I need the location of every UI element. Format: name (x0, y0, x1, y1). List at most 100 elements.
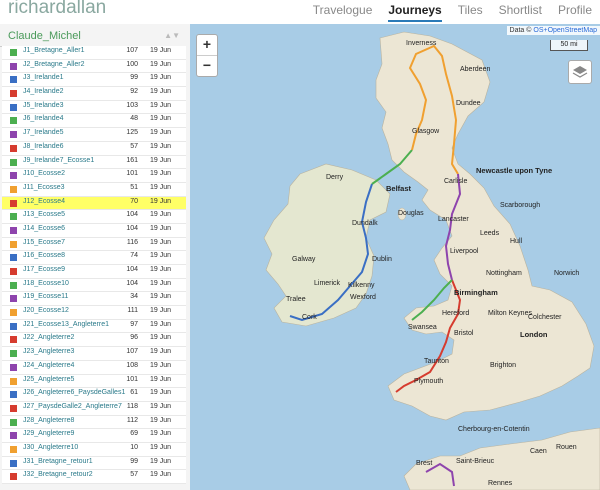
journey-name[interactable]: J16_Ecosse8 (23, 252, 65, 259)
place-label: Milton Keynes (488, 310, 532, 317)
nav-travelogue[interactable]: Travelogue (313, 3, 373, 22)
place-label: Liverpool (450, 248, 479, 255)
journey-row[interactable]: J16_Ecosse8 74 19 Jun (2, 251, 186, 265)
nav-shortlist[interactable]: Shortlist (499, 3, 542, 22)
journey-name[interactable]: J23_Angleterre3 (23, 348, 74, 355)
journey-name[interactable]: J1_Bretagne_Aller1 (23, 47, 85, 54)
journey-name[interactable]: J12_Ecosse4 (23, 198, 65, 205)
journey-date: 19 Jun (150, 416, 172, 424)
journey-row[interactable]: J4_Irelande2 92 19 Jun (2, 87, 186, 101)
journey-color-swatch (10, 49, 17, 56)
journey-name[interactable]: J14_Ecosse6 (23, 225, 65, 232)
journey-name[interactable]: J29_Angleterre9 (23, 430, 74, 437)
journey-row[interactable]: J2_Bretagne_Aller2 100 19 Jun (2, 59, 186, 74)
attribution-link[interactable]: OS+OpenStreetMap (533, 27, 597, 34)
journey-row[interactable]: J1_Bretagne_Aller1 107 19 Jun (2, 46, 186, 60)
journey-row[interactable]: J3_Irelande1 99 19 Jun (2, 73, 186, 88)
journey-row[interactable]: J8_Irelande6 57 19 Jun (2, 141, 186, 156)
place-label: Galway (292, 256, 316, 263)
journey-row[interactable]: J9_Irelande7_Ecosse1 161 19 Jun (2, 155, 186, 170)
nav-profile[interactable]: Profile (558, 3, 592, 22)
journey-name[interactable]: J32_Bretagne_retour2 (23, 471, 93, 478)
nav-tiles[interactable]: Tiles (458, 3, 483, 22)
journey-row[interactable]: J12_Ecosse4 70 19 Jun (2, 196, 186, 211)
journey-name[interactable]: J6_Irelande4 (23, 115, 63, 122)
journey-date: 19 Jun (150, 307, 172, 315)
journey-name[interactable]: J25_Angleterre5 (23, 376, 74, 383)
journey-row[interactable]: J26_Angleterre6_PaysdeGalles1 61 19 Jun (2, 388, 186, 402)
zoom-out-button[interactable]: − (197, 56, 217, 76)
journey-name[interactable]: J21_Ecosse13_Angleterre1 (23, 321, 109, 328)
place-label: Dundee (456, 100, 481, 107)
journey-name[interactable]: J8_Irelande6 (23, 143, 63, 150)
journey-name[interactable]: J28_Angleterre8 (23, 417, 74, 424)
journey-name[interactable]: J2_Bretagne_Aller2 (23, 61, 85, 68)
journey-row[interactable]: J28_Angleterre8 112 19 Jun (2, 415, 186, 430)
journey-name[interactable]: J19_Ecosse11 (23, 293, 68, 300)
journey-name[interactable]: J22_Angleterre2 (23, 334, 74, 341)
journey-name[interactable]: J13_Ecosse5 (23, 211, 65, 218)
journey-name[interactable]: J20_Ecosse12 (23, 307, 69, 314)
journey-color-swatch (10, 199, 17, 207)
journey-distance: 111 (127, 307, 138, 315)
journey-row[interactable]: J7_Irelande5 125 19 Jun (2, 128, 186, 142)
journey-row[interactable]: J14_Ecosse6 104 19 Jun (2, 223, 186, 238)
journey-name[interactable]: J30_Angleterre10 (23, 444, 78, 451)
journey-row[interactable]: J21_Ecosse13_Angleterre1 97 19 Jun (2, 319, 186, 334)
sort-icon[interactable]: ▲▼ (164, 31, 180, 40)
journey-name[interactable]: J7_Irelande5 (23, 129, 63, 136)
journey-name[interactable]: J31_Bretagne_retour1 (23, 458, 93, 465)
journey-date: 19 Jun (150, 74, 172, 82)
nav-journeys[interactable]: Journeys (388, 3, 442, 22)
journey-row[interactable]: J29_Angleterre9 69 19 Jun (2, 429, 186, 443)
journey-row[interactable]: J27_PaysdeGalle2_Angleterre7 118 19 Jun (2, 401, 186, 416)
journey-name[interactable]: J15_Ecosse7 (23, 239, 65, 246)
journey-row[interactable]: J25_Angleterre5 101 19 Jun (2, 374, 186, 389)
journey-row[interactable]: J32_Bretagne_retour2 57 19 Jun (2, 470, 186, 484)
place-label: Brest (416, 460, 433, 467)
journey-row[interactable]: J15_Ecosse7 116 19 Jun (2, 237, 186, 252)
journey-date: 19 Jun (150, 183, 172, 191)
journey-row[interactable]: J20_Ecosse12 111 19 Jun (2, 306, 186, 320)
journey-row[interactable]: J10_Ecosse2 101 19 Jun (2, 169, 186, 183)
journey-row[interactable]: J19_Ecosse11 34 19 Jun (2, 292, 186, 307)
journey-name[interactable]: J26_Angleterre6_PaysdeGalles1 (23, 389, 125, 396)
journey-name[interactable]: J18_Ecosse10 (23, 280, 69, 287)
journey-name[interactable]: J27_PaysdeGalle2_Angleterre7 (23, 403, 122, 410)
zoom-in-button[interactable]: + (197, 35, 217, 56)
journey-date: 19 Jun (150, 293, 172, 301)
place-label: Hereford (442, 310, 470, 317)
journey-row[interactable]: J5_Irelande3 103 19 Jun (2, 100, 186, 115)
journey-name[interactable]: J9_Irelande7_Ecosse1 (23, 157, 94, 164)
journey-row[interactable]: J13_Ecosse5 104 19 Jun (2, 210, 186, 224)
journey-name[interactable]: J4_Irelande2 (23, 88, 63, 95)
brand-logo[interactable]: richardallan (8, 0, 106, 19)
place-label: Lancaster (438, 216, 469, 223)
journey-name[interactable]: J5_Irelande3 (23, 102, 63, 109)
journey-name[interactable]: J10_Ecosse2 (23, 170, 65, 177)
journey-row[interactable]: J22_Angleterre2 96 19 Jun (2, 333, 186, 348)
journey-distance: 112 (126, 416, 138, 424)
journey-distance: 92 (130, 88, 138, 96)
journey-row[interactable]: J31_Bretagne_retour1 99 19 Jun (2, 456, 186, 471)
journey-distance: 107 (126, 348, 138, 356)
layers-icon[interactable] (568, 60, 592, 84)
journey-row[interactable]: J18_Ecosse10 104 19 Jun (2, 278, 186, 293)
journey-row[interactable]: J24_Angleterre4 108 19 Jun (2, 360, 186, 375)
journey-name[interactable]: J3_Irelande1 (23, 74, 63, 81)
journey-row[interactable]: J23_Angleterre3 107 19 Jun (2, 347, 186, 361)
journey-name[interactable]: J17_Ecosse9 (23, 266, 65, 273)
place-label: Tralee (286, 296, 306, 303)
map-view[interactable]: + − Data © OS+OpenStreetMap 50 mi Invern… (190, 24, 600, 490)
journey-name[interactable]: J24_Angleterre4 (23, 362, 74, 369)
journey-row[interactable]: J17_Ecosse9 104 19 Jun (2, 265, 186, 279)
sidebar-title[interactable]: Claude_Michel (8, 30, 81, 42)
journey-date: 19 Jun (150, 142, 172, 150)
journey-row[interactable]: J11_Ecosse3 51 19 Jun (2, 182, 186, 197)
great-britain-landmass (375, 31, 595, 421)
journey-distance: 107 (126, 47, 138, 54)
journey-row[interactable]: J6_Irelande4 48 19 Jun (2, 114, 186, 129)
journey-row[interactable]: J30_Angleterre10 10 19 Jun (2, 442, 186, 457)
active-tab-indicator (388, 20, 442, 22)
journey-name[interactable]: J11_Ecosse3 (23, 184, 65, 191)
